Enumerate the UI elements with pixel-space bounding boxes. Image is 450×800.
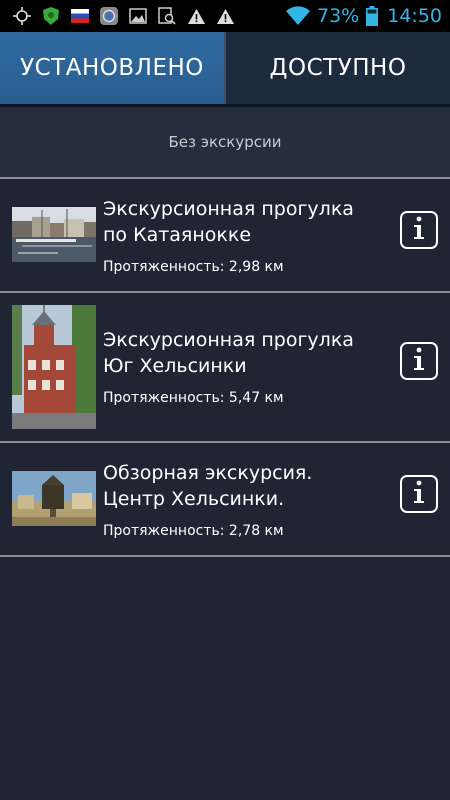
battery-percent: 73%	[317, 5, 360, 27]
tour-title-line2: Центр Хельсинки.	[103, 488, 285, 510]
info-button[interactable]	[400, 211, 438, 249]
search-app-icon	[157, 6, 177, 26]
tour-item-katajanokka[interactable]: Экскурсионная прогулка по Катаянокке Про…	[0, 179, 450, 291]
wifi-icon	[285, 6, 311, 26]
warning-icon	[186, 6, 206, 26]
shield-app-icon	[41, 6, 61, 26]
tour-thumbnail	[12, 471, 96, 526]
no-excursion-label: Без экскурсии	[168, 133, 282, 151]
info-icon	[412, 347, 426, 375]
tour-title-line1: Экскурсионная прогулка	[103, 329, 354, 351]
tour-thumbnail	[12, 305, 96, 429]
info-icon	[412, 480, 426, 508]
tour-thumbnail	[12, 207, 96, 262]
warning-icon	[215, 6, 235, 26]
no-excursion-item[interactable]: Без экскурсии	[0, 107, 450, 177]
tour-title-line1: Обзорная экскурсия.	[103, 462, 313, 484]
clock-time: 14:50	[387, 5, 442, 27]
tour-length: Протяженность: 2,78 км	[103, 523, 284, 539]
tour-title-line2: по Катаянокке	[103, 224, 252, 246]
info-button[interactable]	[400, 475, 438, 513]
tour-item-helsinki-center[interactable]: Обзорная экскурсия. Центр Хельсинки. Про…	[0, 443, 450, 555]
tour-length: Протяженность: 2,98 км	[103, 259, 284, 275]
status-bar: 73% 14:50	[0, 0, 450, 32]
tab-bar: УСТАНОВЛЕНО ДОСТУПНО	[0, 32, 450, 104]
info-button[interactable]	[400, 342, 438, 380]
divider	[0, 555, 450, 557]
tour-title: Экскурсионная прогулка по Катаянокке	[103, 196, 354, 248]
tour-item-south-helsinki[interactable]: Экскурсионная прогулка Юг Хельсинки Прот…	[0, 293, 450, 441]
russia-flag-icon	[70, 6, 90, 26]
tour-title: Экскурсионная прогулка Юг Хельсинки	[103, 327, 354, 379]
tab-installed[interactable]: УСТАНОВЛЕНО	[0, 32, 226, 104]
tour-title-line1: Экскурсионная прогулка	[103, 198, 354, 220]
camera-app-icon	[99, 6, 119, 26]
tour-length: Протяженность: 5,47 км	[103, 390, 284, 406]
image-icon	[128, 6, 148, 26]
tour-title: Обзорная экскурсия. Центр Хельсинки.	[103, 460, 312, 512]
battery-icon	[365, 6, 379, 26]
info-icon	[412, 216, 426, 244]
gps-icon	[12, 6, 32, 26]
tab-available[interactable]: ДОСТУПНО	[226, 32, 450, 104]
tour-title-line2: Юг Хельсинки	[103, 355, 247, 377]
